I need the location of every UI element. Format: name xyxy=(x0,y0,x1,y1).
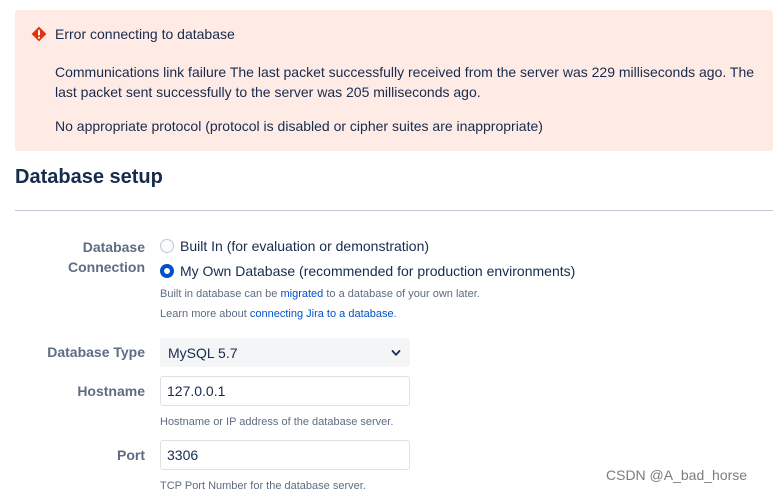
radio-label-own-database[interactable]: My Own Database (recommended for product… xyxy=(180,263,575,279)
database-type-label: Database Type xyxy=(47,344,145,360)
connection-help-learn: Learn more about connecting Jira to a da… xyxy=(160,308,397,320)
radio-checked-icon[interactable] xyxy=(160,264,174,278)
help-text: to a database of your own later. xyxy=(323,288,480,300)
error-banner: Error connecting to database Communicati… xyxy=(15,10,773,151)
help-text: Learn more about xyxy=(160,308,250,320)
connection-label-line1: Database xyxy=(82,239,145,255)
connection-help-migrate: Built in database can be migrated to a d… xyxy=(160,288,480,300)
divider xyxy=(15,210,773,211)
error-icon xyxy=(31,26,47,42)
port-input-wrapper[interactable] xyxy=(160,440,410,470)
page-title: Database setup xyxy=(15,166,163,188)
database-type-select[interactable]: MySQL 5.7 xyxy=(160,338,410,367)
radio-unchecked-icon[interactable] xyxy=(160,239,174,253)
hostname-input-wrapper[interactable] xyxy=(160,376,410,406)
hostname-input[interactable] xyxy=(161,377,409,405)
error-message: Communications link failure The last pac… xyxy=(55,64,755,100)
connecting-jira-link[interactable]: connecting Jira to a database xyxy=(250,308,394,320)
radio-label-built-in[interactable]: Built In (for evaluation or demonstratio… xyxy=(180,238,429,254)
radio-option-own-database[interactable]: My Own Database (recommended for product… xyxy=(160,263,575,279)
help-text: Built in database can be xyxy=(160,288,281,300)
watermark: CSDN @A_bad_horse xyxy=(606,467,748,483)
database-type-value[interactable]: MySQL 5.7 xyxy=(168,345,238,361)
port-help: TCP Port Number for the database server. xyxy=(160,480,366,492)
error-detail: No appropriate protocol (protocol is dis… xyxy=(55,118,543,134)
hostname-help: Hostname or IP address of the database s… xyxy=(160,416,394,428)
hostname-label: Hostname xyxy=(77,383,145,399)
migrated-link[interactable]: migrated xyxy=(280,288,323,300)
connection-label-line2: Connection xyxy=(68,259,145,275)
chevron-down-icon[interactable] xyxy=(391,348,401,358)
error-title: Error connecting to database xyxy=(55,26,235,42)
radio-option-built-in[interactable]: Built In (for evaluation or demonstratio… xyxy=(160,238,429,254)
port-input[interactable] xyxy=(161,441,409,469)
help-text: . xyxy=(393,308,397,320)
port-label: Port xyxy=(117,447,145,463)
